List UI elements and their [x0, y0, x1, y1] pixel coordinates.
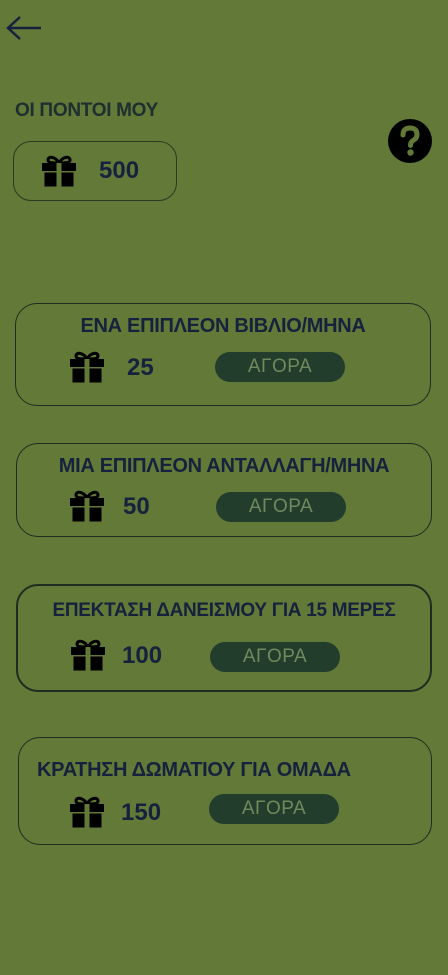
- buy-button[interactable]: ΑΓΟΡΑ: [210, 642, 340, 672]
- buy-button[interactable]: ΑΓΟΡΑ: [216, 492, 346, 522]
- buy-button[interactable]: ΑΓΟΡΑ: [209, 794, 339, 824]
- reward-card-group-room: ΚΡΑΤΗΣΗ ΔΩΜΑΤΙΟΥ ΓΙΑ ΟΜΑΔΑ 150 ΑΓΟΡΑ: [18, 737, 432, 845]
- gift-icon: [71, 639, 105, 671]
- reward-title: ΕΠΕΚΤΑΣΗ ΔΑΝΕΙΣΜΟΥ ΓΙΑ 15 ΜΕΡΕΣ: [52, 600, 396, 621]
- gift-icon: [42, 155, 76, 187]
- reward-card-extra-book: ΕΝΑ ΕΠΙΠΛΕΟΝ ΒΙΒΛΙΟ/ΜΗΝΑ 25 ΑΓΟΡΑ: [15, 303, 431, 406]
- points-title: ΟΙ ΠΟΝΤΟΙ ΜΟΥ: [15, 100, 159, 121]
- back-button[interactable]: [4, 14, 44, 42]
- reward-cost: 50: [123, 493, 150, 520]
- reward-cost: 100: [122, 642, 163, 669]
- points-balance-box: 500: [13, 141, 177, 201]
- reward-card-extra-exchange: ΜΙΑ ΕΠΙΠΛΕΟΝ ΑΝΤΑΛΛΑΓΗ/ΜΗΝΑ 50 ΑΓΟΡΑ: [16, 443, 432, 537]
- points-value: 500: [99, 157, 140, 184]
- reward-cost: 25: [127, 354, 154, 381]
- reward-title: ΜΙΑ ΕΠΙΠΛΕΟΝ ΑΝΤΑΛΛΑΓΗ/ΜΗΝΑ: [58, 455, 390, 477]
- reward-title: ΕΝΑ ΕΠΙΠΛΕΟΝ ΒΙΒΛΙΟ/ΜΗΝΑ: [80, 315, 366, 337]
- gift-icon: [70, 490, 104, 522]
- question-circle-icon: [388, 119, 432, 163]
- reward-title: ΚΡΑΤΗΣΗ ΔΩΜΑΤΙΟΥ ΓΙΑ ΟΜΑΔΑ: [37, 759, 351, 781]
- help-button[interactable]: [387, 118, 433, 164]
- reward-card-loan-extension: ΕΠΕΚΤΑΣΗ ΔΑΝΕΙΣΜΟΥ ΓΙΑ 15 ΜΕΡΕΣ 100 ΑΓΟΡ…: [16, 584, 432, 692]
- arrow-left-icon: [6, 16, 41, 40]
- reward-cost: 150: [121, 799, 162, 826]
- gift-icon: [70, 351, 104, 383]
- gift-icon: [70, 796, 104, 828]
- buy-button[interactable]: ΑΓΟΡΑ: [215, 352, 345, 382]
